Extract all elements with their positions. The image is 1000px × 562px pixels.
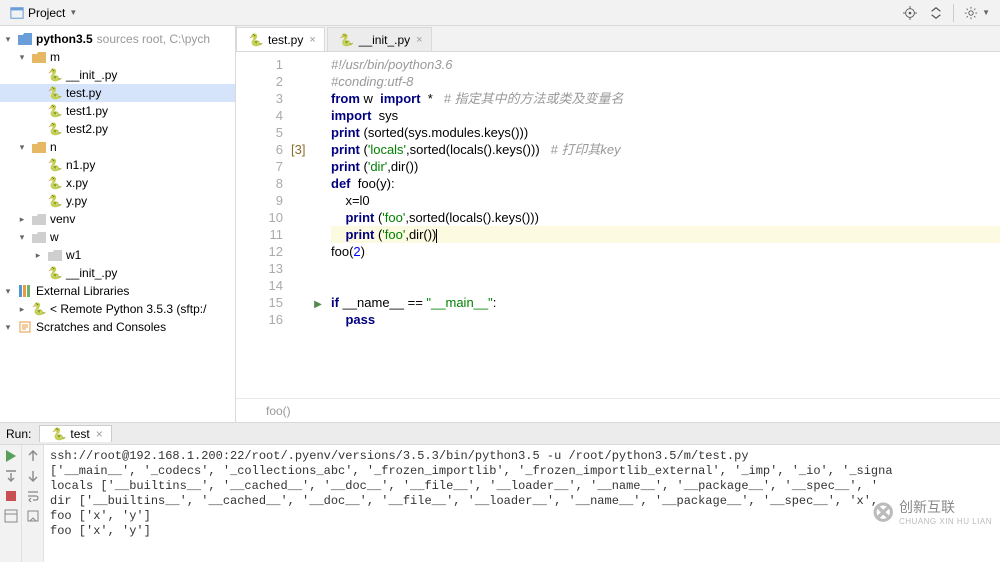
tree-file[interactable]: 🐍__init_.py	[0, 264, 235, 282]
tree-external-libs[interactable]: ▾External Libraries	[0, 282, 235, 300]
tree-folder-venv[interactable]: ▸venv	[0, 210, 235, 228]
close-icon[interactable]: ×	[309, 34, 315, 46]
code-content[interactable]: #!/usr/bin/poython3.6#conding:utf-8from …	[327, 52, 1000, 398]
run-side-buttons	[0, 445, 22, 562]
line-gutter: 12345678910111213141516	[236, 52, 291, 398]
tree-folder-n[interactable]: ▾n	[0, 138, 235, 156]
run-side-buttons-2	[22, 445, 44, 562]
run-icon[interactable]	[4, 449, 18, 463]
chevron-down-icon: ▼	[69, 8, 77, 17]
tree-scratches[interactable]: ▾Scratches and Consoles	[0, 318, 235, 336]
collapse-icon[interactable]: ▾	[2, 34, 14, 45]
code-editor[interactable]: 12345678910111213141516 [3] ▶ #!/usr/bin…	[236, 52, 1000, 398]
tab-test-py[interactable]: 🐍test.py×	[236, 27, 325, 51]
tree-folder-m[interactable]: ▾m	[0, 48, 235, 66]
wrap-icon[interactable]	[26, 489, 40, 503]
run-panel: Run: 🐍test× ssh://root@192.168.1.200:22/…	[0, 422, 1000, 562]
stop-down-icon[interactable]	[4, 469, 18, 483]
tree-file[interactable]: 🐍__init_.py	[0, 66, 235, 84]
project-toolbar: Project ▼ ▼	[0, 0, 1000, 26]
project-label: Project	[28, 6, 65, 20]
editor-tabs: 🐍test.py× 🐍__init_.py×	[236, 26, 1000, 52]
gutter-marks: [3]	[291, 52, 309, 398]
tree-folder-w[interactable]: ▾w	[0, 228, 235, 246]
project-dropdown[interactable]: Project ▼	[4, 2, 83, 24]
down-icon[interactable]	[26, 469, 40, 483]
tree-file[interactable]: 🐍test1.py	[0, 102, 235, 120]
console-output[interactable]: ssh://root@192.168.1.200:22/root/.pyenv/…	[44, 445, 1000, 562]
editor-area: 🐍test.py× 🐍__init_.py× 12345678910111213…	[236, 26, 1000, 422]
tree-file[interactable]: 🐍test2.py	[0, 120, 235, 138]
breadcrumb: foo()	[236, 398, 1000, 422]
tree-root[interactable]: ▾python3.5sources root, C:\pych	[0, 30, 235, 48]
scroll-icon[interactable]	[26, 509, 40, 523]
tree-remote-python[interactable]: ▸🐍< Remote Python 3.5.3 (sftp:/	[0, 300, 235, 318]
watermark: ⊗ 创新互联CHUANG XIN HU LIAN	[872, 495, 992, 528]
run-tab[interactable]: 🐍test×	[39, 425, 111, 442]
tree-file-selected[interactable]: 🐍test.py	[0, 84, 235, 102]
run-label: Run:	[6, 427, 31, 441]
close-icon[interactable]: ×	[96, 427, 103, 441]
up-icon[interactable]	[26, 449, 40, 463]
layout-icon[interactable]	[4, 509, 18, 523]
close-icon[interactable]: ×	[416, 34, 422, 46]
run-glyph-gutter: ▶	[309, 52, 327, 398]
gear-icon[interactable]: ▼	[958, 2, 996, 24]
tree-folder-w1[interactable]: ▸w1	[0, 246, 235, 264]
tree-file[interactable]: 🐍x.py	[0, 174, 235, 192]
project-tree: ▾python3.5sources root, C:\pych ▾m 🐍__in…	[0, 26, 236, 422]
stop-icon[interactable]	[4, 489, 18, 503]
tree-file[interactable]: 🐍y.py	[0, 192, 235, 210]
collapse-icon[interactable]	[923, 2, 949, 24]
target-icon[interactable]	[897, 2, 923, 24]
tab-init-py[interactable]: 🐍__init_.py×	[327, 27, 432, 51]
tree-file[interactable]: 🐍n1.py	[0, 156, 235, 174]
